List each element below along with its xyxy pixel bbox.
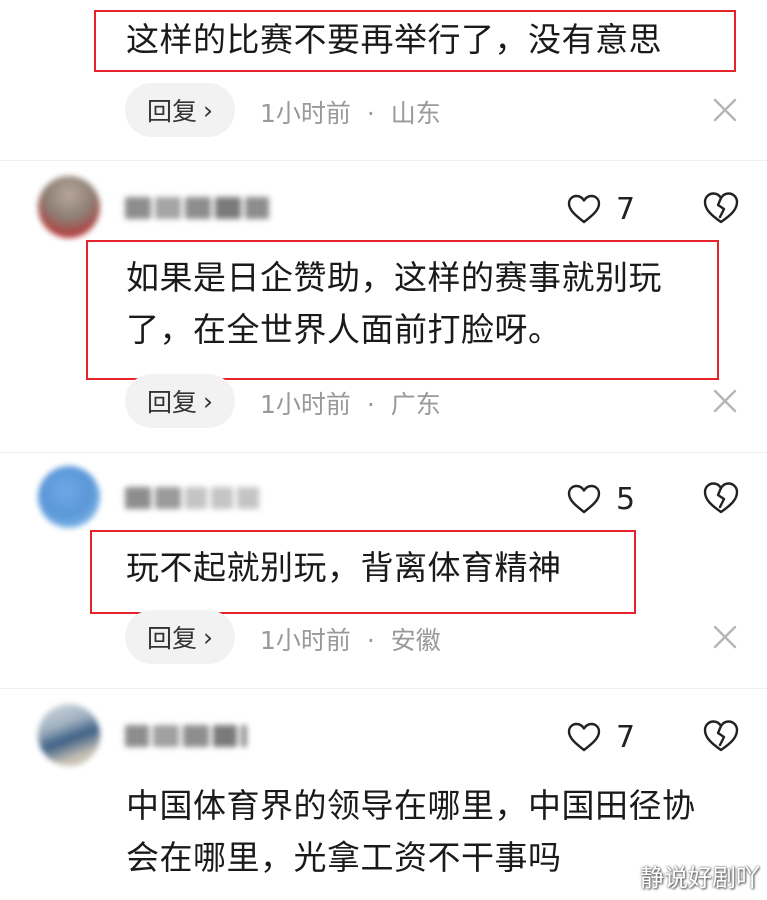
dot-separator: · [366,626,375,655]
close-icon[interactable] [712,97,738,123]
chevron-right-icon: › [203,386,213,416]
comment-text: 玩不起就别玩，背离体育精神 [126,542,562,594]
dot-separator: · [366,99,375,128]
username-blurred[interactable] [125,194,269,222]
comment-time: 1小时前 [260,626,351,655]
reply-label: 回复 [146,97,197,126]
divider [0,452,767,453]
close-icon[interactable] [712,624,738,650]
avatar[interactable] [38,176,100,238]
comment-location: 安徽 [390,626,441,655]
reply-label: 回复 [146,388,197,417]
comment-meta: 1小时前 · 安徽 [260,621,441,657]
broken-heart-icon[interactable] [702,480,740,516]
broken-heart-icon[interactable] [702,190,740,226]
divider [0,160,767,161]
comment-text: 这样的比赛不要再举行了，没有意思 [126,14,662,66]
like-button[interactable]: 7 [566,189,635,229]
username-blurred[interactable] [125,722,247,750]
like-count: 7 [616,191,636,227]
heart-outline-icon [567,484,601,514]
watermark: 静说好剧吖 [640,864,760,892]
comment-line: 了，在全世界人面前打脸呀。 [126,310,562,349]
chevron-right-icon: › [203,622,213,652]
comment-line: 这样的比赛不要再举行了，没有意思 [126,20,662,59]
comment-line: 玩不起就别玩，背离体育精神 [126,548,562,587]
comment-time: 1小时前 [260,99,351,128]
reply-button[interactable]: 回复 › [125,610,235,664]
chevron-right-icon: › [203,95,213,125]
like-button[interactable]: 7 [566,717,635,757]
reply-label: 回复 [146,624,197,653]
comment-location: 山东 [390,99,441,128]
comment-text: 如果是日企赞助，这样的赛事就别玩 了，在全世界人面前打脸呀。 [126,252,662,356]
dot-separator: · [366,390,375,419]
comment-text: 中国体育界的领导在哪里，中国田径协 会在哪里，光拿工资不干事吗 [126,780,696,884]
broken-heart-icon[interactable] [702,718,740,754]
comment-location: 广东 [390,390,441,419]
divider [0,688,767,689]
avatar[interactable] [38,704,100,766]
reply-button[interactable]: 回复 › [125,83,235,137]
comment-meta: 1小时前 · 山东 [260,94,441,130]
heart-outline-icon [567,194,601,224]
like-button[interactable]: 5 [566,479,635,519]
comment-meta: 1小时前 · 广东 [260,385,441,421]
close-icon[interactable] [712,388,738,414]
like-count: 7 [616,719,636,755]
comment-line: 中国体育界的领导在哪里，中国田径协 [126,786,696,825]
reply-button[interactable]: 回复 › [125,374,235,428]
like-count: 5 [616,481,636,517]
comment-line: 会在哪里，光拿工资不干事吗 [126,838,562,877]
comment-line: 如果是日企赞助，这样的赛事就别玩 [126,258,662,297]
avatar[interactable] [38,466,100,528]
heart-outline-icon [567,722,601,752]
username-blurred[interactable] [125,484,259,512]
comment-time: 1小时前 [260,390,351,419]
